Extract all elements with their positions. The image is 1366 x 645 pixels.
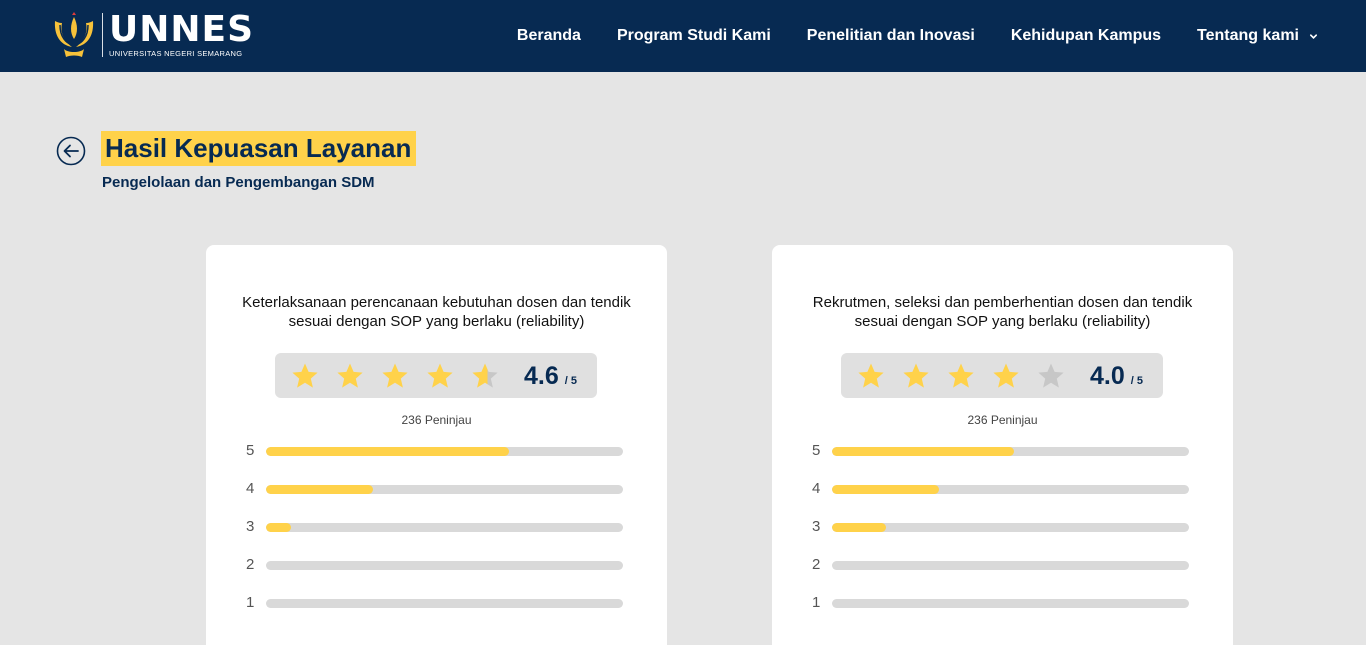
rating-bar-row: 2: [812, 556, 1192, 594]
star-icon: [337, 363, 363, 388]
rating-bar-track: [266, 447, 623, 456]
rating-bar-label: 1: [812, 594, 821, 611]
rating-bar-label: 4: [246, 480, 255, 497]
logo-divider: [102, 13, 103, 57]
rating-bar-fill: [832, 523, 886, 532]
rating-bar-label: 3: [812, 518, 821, 535]
site-header: UNNES UNIVERSITAS NEGERI SEMARANG Berand…: [0, 0, 1366, 72]
rating-bar-row: 5: [246, 442, 626, 480]
rating-bar-label: 2: [812, 556, 821, 573]
rating-card: Keterlaksanaan perencanaan kebutuhan dos…: [206, 245, 667, 645]
rating-bar-row: 3: [812, 518, 1192, 556]
nav-tentang-kami[interactable]: Tentang kami: [1197, 27, 1318, 45]
rating-bar-track: [266, 485, 623, 494]
rating-bar-row: 4: [812, 480, 1192, 518]
unnes-emblem-icon: [54, 12, 94, 57]
rating-summary: 4.6 / 5: [275, 353, 597, 398]
rating-bar-row: 2: [246, 556, 626, 594]
score-max: / 5: [1130, 375, 1143, 387]
rating-bar-track: [832, 599, 1189, 608]
nav-label: Kehidupan Kampus: [1010, 27, 1162, 44]
logo-name: UNNES: [109, 9, 255, 50]
rating-bar-track: [266, 523, 623, 532]
rating-distribution: 5 4 3 2 1: [812, 442, 1192, 632]
rating-card: Rekrutmen, seleksi dan pemberhentian dos…: [772, 245, 1233, 645]
rating-bar-label: 5: [246, 442, 255, 459]
star-icon: [427, 363, 453, 388]
score-value: 4.0: [1090, 362, 1125, 390]
score-max: / 5: [564, 375, 577, 387]
star-icon: [472, 363, 498, 388]
rating-bar-row: 1: [246, 594, 626, 632]
rating-bar-row: 3: [246, 518, 626, 556]
rating-bar-fill: [266, 485, 374, 494]
card-question: Rekrutmen, seleksi dan pemberhentian dos…: [812, 294, 1193, 330]
star-icon: [1038, 363, 1064, 388]
logo-subtitle: UNIVERSITAS NEGERI SEMARANG: [109, 49, 243, 58]
rating-bar-label: 1: [246, 594, 255, 611]
nav-kehidupan-kampus[interactable]: Kehidupan Kampus: [1011, 27, 1161, 45]
star-icon: [858, 363, 884, 388]
nav-label: Tentang kami: [1197, 27, 1299, 44]
nav-penelitian[interactable]: Penelitian dan Inovasi: [807, 27, 975, 45]
rating-bar-row: 5: [812, 442, 1192, 480]
rating-bar-label: 5: [812, 442, 821, 459]
nav-program-studi[interactable]: Program Studi Kami: [617, 27, 771, 45]
nav-label: Program Studi Kami: [616, 27, 771, 44]
rating-bar-track: [832, 485, 1189, 494]
nav-label: Beranda: [516, 27, 581, 44]
rating-bar-label: 3: [246, 518, 255, 535]
star-icon: [382, 363, 408, 388]
nav-beranda[interactable]: Beranda: [517, 27, 581, 45]
main-nav: Beranda Program Studi Kami Penelitian da…: [481, 0, 1318, 72]
rating-bar-row: 4: [246, 480, 626, 518]
rating-bar-fill: [266, 523, 291, 532]
score: 4.0 / 5: [1090, 362, 1143, 391]
rating-distribution: 5 4 3 2 1: [246, 442, 626, 632]
rating-bar-track: [832, 523, 1189, 532]
page-subtitle: Pengelolaan dan Pengembangan SDM: [102, 174, 375, 191]
card-question: Keterlaksanaan perencanaan kebutuhan dos…: [242, 294, 631, 330]
rating-bar-label: 2: [246, 556, 255, 573]
star-icon: [292, 363, 318, 388]
rating-summary: 4.0 / 5: [841, 353, 1163, 398]
page-title: Hasil Kepuasan Layanan: [101, 131, 417, 166]
rating-bar-row: 1: [812, 594, 1192, 632]
star-icon: [948, 363, 974, 388]
rating-bar-label: 4: [812, 480, 821, 497]
rating-bar-track: [832, 447, 1189, 456]
chevron-down-icon: [1309, 33, 1318, 39]
rating-bar-fill: [832, 447, 1015, 456]
rating-bar-track: [266, 599, 623, 608]
rating-bar-fill: [832, 485, 940, 494]
score-value: 4.6: [524, 362, 559, 390]
review-count: 236 Peninjau: [967, 413, 1038, 427]
review-count: 236 Peninjau: [401, 413, 472, 427]
rating-bar-track: [266, 561, 623, 570]
score: 4.6 / 5: [524, 362, 577, 391]
nav-label: Penelitian dan Inovasi: [806, 27, 975, 44]
rating-bar-track: [832, 561, 1189, 570]
star-icon: [993, 363, 1019, 388]
back-arrow-icon[interactable]: [56, 136, 86, 166]
star-icon: [903, 363, 929, 388]
rating-bar-fill: [266, 447, 509, 456]
unnes-logo[interactable]: UNNES UNIVERSITAS NEGERI SEMARANG: [50, 10, 254, 60]
